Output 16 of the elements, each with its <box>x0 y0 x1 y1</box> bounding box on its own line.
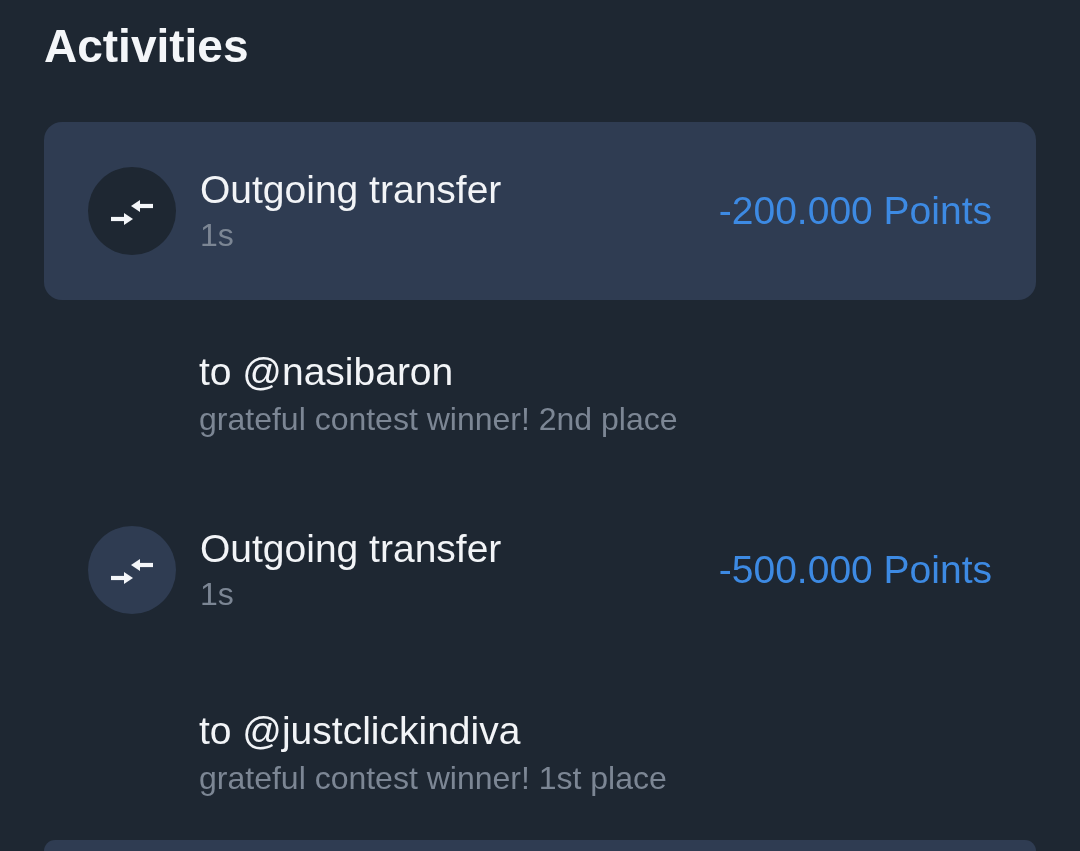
points-amount: -500.000 Points <box>718 548 992 592</box>
opposing-arrows-icon <box>88 167 176 255</box>
activity-item[interactable]: Outgoing transfer 1s -500.000 Points <box>44 481 1036 659</box>
section-title: Activities <box>44 20 249 72</box>
activity-item[interactable]: Outgoing transfer 1s -200.000 Points <box>44 122 1036 300</box>
transfer-title: Outgoing transfer <box>200 526 502 571</box>
activity-item[interactable] <box>44 840 1036 851</box>
time-ago: 1s <box>200 574 234 614</box>
transfer-note: grateful contest winner! 1st place <box>199 759 667 798</box>
transfer-title: Outgoing transfer <box>200 167 502 212</box>
recipient-handle: to @justclickindiva <box>199 708 521 754</box>
opposing-arrows-icon <box>88 526 176 614</box>
transfer-note: grateful contest winner! 2nd place <box>199 400 678 439</box>
recipient-handle: to @nasibaron <box>199 349 454 395</box>
points-amount: -200.000 Points <box>718 189 992 233</box>
time-ago: 1s <box>200 215 234 255</box>
